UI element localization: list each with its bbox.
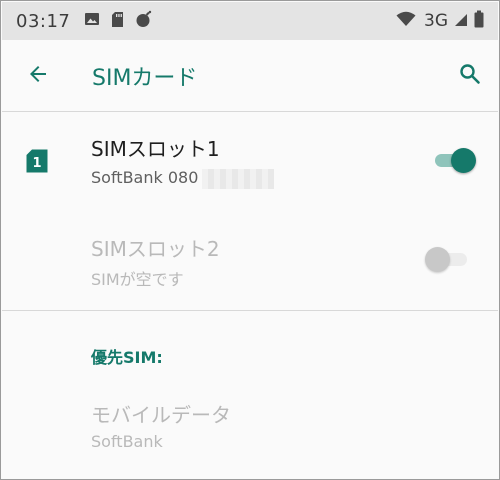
image-icon: [84, 11, 100, 31]
toggle-thumb: [425, 247, 450, 272]
search-icon: [458, 62, 482, 90]
sim-slot-1-badge-icon: 1: [26, 149, 48, 177]
app-bar: SIMカード: [2, 40, 498, 112]
sim-slot-1-badge: 1: [32, 156, 41, 171]
network-type: 3G: [424, 11, 448, 31]
redacted-number: [202, 168, 275, 189]
preferred-sim-header: 優先SIM:: [91, 348, 163, 367]
mobile-data-row[interactable]: モバイルデータ SoftBank: [2, 381, 498, 479]
sim-slot-2-subtitle: SIMが空です: [91, 270, 184, 289]
screen: 03:17 3G SIMカード 1 SIMスロット1 SoftBank 080 …: [0, 0, 500, 480]
sim-slot-1-row[interactable]: 1 SIMスロット1 SoftBank 080: [2, 113, 498, 211]
sim-slot-2-toggle[interactable]: [423, 247, 471, 273]
back-button[interactable]: [24, 62, 52, 90]
battery-icon: [474, 10, 484, 32]
sim-slot-1-title: SIMスロット1: [91, 137, 220, 161]
signal-icon: [454, 11, 468, 31]
system-icons: 3G: [396, 10, 484, 32]
sim-slot-1-subtitle-wrap: SoftBank 080: [91, 168, 275, 189]
section-divider: [2, 310, 498, 311]
sim-slot-2-title: SIMスロット2: [91, 237, 220, 261]
bomb-icon: [135, 10, 153, 32]
search-button[interactable]: [456, 62, 484, 90]
sd-card-icon: [111, 11, 124, 32]
notification-icons: [84, 10, 153, 32]
page-title: SIMカード: [92, 66, 198, 91]
mobile-data-subtitle: SoftBank: [91, 432, 163, 451]
mobile-data-title: モバイルデータ: [91, 403, 231, 427]
toggle-thumb: [451, 148, 476, 173]
sim-slot-1-toggle[interactable]: [433, 148, 479, 174]
sim-slot-2-row[interactable]: SIMスロット2 SIMが空です: [2, 211, 498, 309]
sim-slot-1-subtitle: SoftBank 080: [91, 168, 199, 187]
wifi-icon: [396, 11, 416, 31]
status-bar: 03:17 3G: [2, 2, 498, 40]
status-time: 03:17: [16, 10, 71, 32]
arrow-back-icon: [26, 62, 50, 90]
